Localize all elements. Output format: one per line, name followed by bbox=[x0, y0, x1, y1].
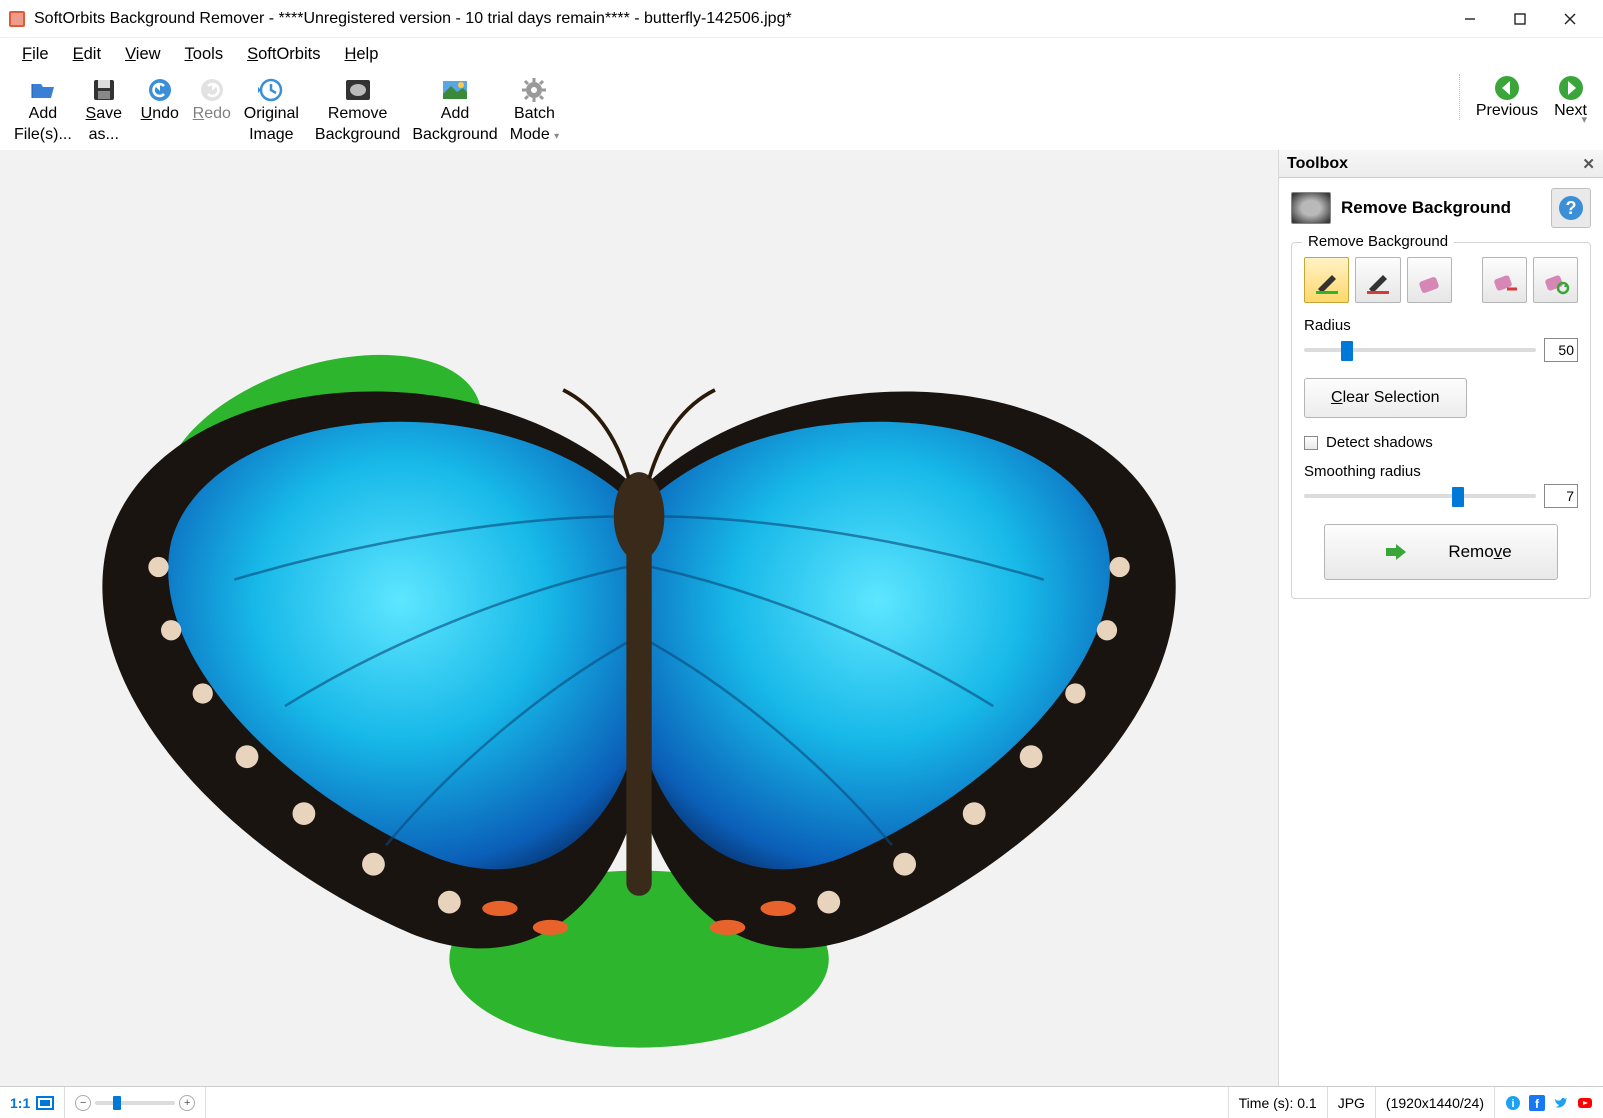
button-label: Clear Selection bbox=[1331, 389, 1440, 407]
zoom-ratio-label: 1:1 bbox=[10, 1095, 30, 1111]
smoothing-slider[interactable] bbox=[1304, 494, 1536, 498]
checkbox-label: Detect shadows bbox=[1326, 434, 1433, 451]
zoom-in-button[interactable]: + bbox=[179, 1095, 195, 1111]
red-marker-tool[interactable] bbox=[1355, 257, 1400, 303]
arrow-left-icon bbox=[1493, 74, 1521, 102]
twitter-icon[interactable] bbox=[1553, 1095, 1569, 1111]
menu-view[interactable]: View bbox=[115, 41, 170, 68]
toolbox-close-button[interactable]: ✕ bbox=[1582, 155, 1595, 173]
title-bar: SoftOrbits Background Remover - ****Unre… bbox=[0, 0, 1603, 38]
ellipse-icon bbox=[344, 76, 372, 104]
menu-file[interactable]: File bbox=[12, 41, 59, 68]
main-toolbar: AddFile(s)... Saveas... Undo Redo Origin… bbox=[0, 70, 1603, 150]
save-as-button[interactable]: Saveas... bbox=[78, 74, 130, 148]
remove-background-button[interactable]: RemoveBackground bbox=[309, 74, 406, 148]
status-time: Time (s): 0.1 bbox=[1229, 1087, 1328, 1118]
panel-thumbnail-icon bbox=[1291, 192, 1331, 224]
redo-button[interactable]: Redo bbox=[186, 74, 238, 127]
help-button[interactable]: ? bbox=[1551, 188, 1591, 228]
facebook-icon[interactable]: f bbox=[1529, 1095, 1545, 1111]
menu-tools[interactable]: Tools bbox=[175, 41, 234, 68]
main-area: Toolbox ✕ Remove Background ? Remove Bac… bbox=[0, 150, 1603, 1086]
toolbox-title: Toolbox bbox=[1287, 155, 1348, 173]
zoom-ratio-button[interactable]: 1:1 bbox=[0, 1087, 65, 1118]
zoom-slider[interactable] bbox=[95, 1101, 175, 1105]
radius-label: Radius bbox=[1304, 317, 1578, 334]
toolbar-label: Undo bbox=[141, 104, 179, 125]
floppy-icon bbox=[90, 76, 118, 104]
smoothing-label: Smoothing radius bbox=[1304, 463, 1578, 480]
toolbox-panel: Toolbox ✕ Remove Background ? Remove Bac… bbox=[1278, 150, 1603, 1086]
menu-bar: File Edit View Tools SoftOrbits Help bbox=[0, 38, 1603, 70]
toolbar-label: Saveas... bbox=[86, 104, 122, 146]
window-title: SoftOrbits Background Remover - ****Unre… bbox=[34, 10, 1445, 28]
undo-icon bbox=[146, 76, 174, 104]
green-marker-tool[interactable] bbox=[1304, 257, 1349, 303]
history-icon bbox=[257, 76, 285, 104]
gear-icon bbox=[520, 76, 548, 104]
eraser-icon bbox=[1414, 265, 1444, 295]
toolbar-overflow-icon[interactable]: ▾ bbox=[1581, 113, 1587, 126]
pencil-green-icon bbox=[1312, 265, 1342, 295]
toolbar-label: RemoveBackground bbox=[315, 104, 400, 146]
button-label: Remove bbox=[1448, 542, 1511, 562]
image-canvas[interactable] bbox=[0, 150, 1278, 1086]
picture-icon bbox=[441, 76, 469, 104]
menu-softorbits[interactable]: SoftOrbits bbox=[237, 41, 330, 68]
clear-selection-button[interactable]: Clear Selection bbox=[1304, 378, 1467, 418]
status-dimensions: (1920x1440/24) bbox=[1376, 1087, 1495, 1118]
zoom-out-button[interactable]: − bbox=[75, 1095, 91, 1111]
previous-button[interactable]: Previous bbox=[1476, 74, 1538, 120]
maximize-button[interactable] bbox=[1495, 3, 1545, 35]
remove-background-group: Remove Background bbox=[1291, 242, 1591, 599]
toolbar-label: AddFile(s)... bbox=[14, 104, 72, 146]
eraser-refresh-icon bbox=[1540, 265, 1570, 295]
toolbar-label: BatchMode ▾ bbox=[510, 104, 560, 146]
smoothing-input[interactable] bbox=[1544, 484, 1578, 508]
fit-screen-icon bbox=[36, 1096, 54, 1110]
menu-edit[interactable]: Edit bbox=[63, 41, 111, 68]
arrow-right-icon bbox=[1557, 74, 1585, 102]
close-button[interactable] bbox=[1545, 3, 1595, 35]
zoom-slider-cell: − + bbox=[65, 1087, 206, 1118]
undo-button[interactable]: Undo bbox=[134, 74, 186, 127]
remove-button[interactable]: Remove bbox=[1324, 524, 1558, 580]
svg-text:?: ? bbox=[1566, 198, 1577, 218]
add-files-button[interactable]: AddFile(s)... bbox=[8, 74, 78, 148]
add-background-button[interactable]: AddBackground bbox=[406, 74, 503, 148]
redo-icon bbox=[198, 76, 226, 104]
batch-mode-button[interactable]: BatchMode ▾ bbox=[504, 74, 566, 148]
reselect-tool[interactable] bbox=[1533, 257, 1578, 303]
panel-title: Remove Background bbox=[1341, 198, 1541, 218]
toolbar-nav: Previous Next ▾ bbox=[1459, 74, 1587, 120]
menu-help[interactable]: Help bbox=[334, 41, 388, 68]
help-icon: ? bbox=[1557, 194, 1585, 222]
youtube-icon[interactable] bbox=[1577, 1095, 1593, 1111]
social-links: i f bbox=[1495, 1095, 1603, 1111]
toolbar-label: AddBackground bbox=[412, 104, 497, 146]
deselect-tool[interactable] bbox=[1482, 257, 1527, 303]
app-icon bbox=[8, 10, 26, 28]
detect-shadows-checkbox[interactable] bbox=[1304, 436, 1318, 450]
original-image-button[interactable]: OriginalImage bbox=[238, 74, 305, 148]
svg-text:i: i bbox=[1511, 1098, 1514, 1110]
status-bar: 1:1 − + Time (s): 0.1 JPG (1920x1440/24)… bbox=[0, 1086, 1603, 1118]
folder-open-icon bbox=[29, 76, 57, 104]
toolbar-label: OriginalImage bbox=[244, 104, 299, 146]
radius-slider[interactable] bbox=[1304, 348, 1536, 352]
radius-input[interactable] bbox=[1544, 338, 1578, 362]
toolbox-header: Toolbox ✕ bbox=[1279, 150, 1603, 178]
minimize-button[interactable] bbox=[1445, 3, 1495, 35]
butterfly-image bbox=[32, 150, 1246, 1086]
eraser-minus-icon bbox=[1489, 265, 1519, 295]
group-label: Remove Background bbox=[1302, 233, 1454, 250]
status-format: JPG bbox=[1328, 1087, 1376, 1118]
pencil-red-icon bbox=[1363, 265, 1393, 295]
eraser-tool[interactable] bbox=[1407, 257, 1452, 303]
toolbar-label: Previous bbox=[1476, 102, 1538, 120]
info-icon[interactable]: i bbox=[1505, 1095, 1521, 1111]
arrow-right-green-icon bbox=[1384, 542, 1408, 562]
toolbar-label: Redo bbox=[193, 104, 231, 125]
